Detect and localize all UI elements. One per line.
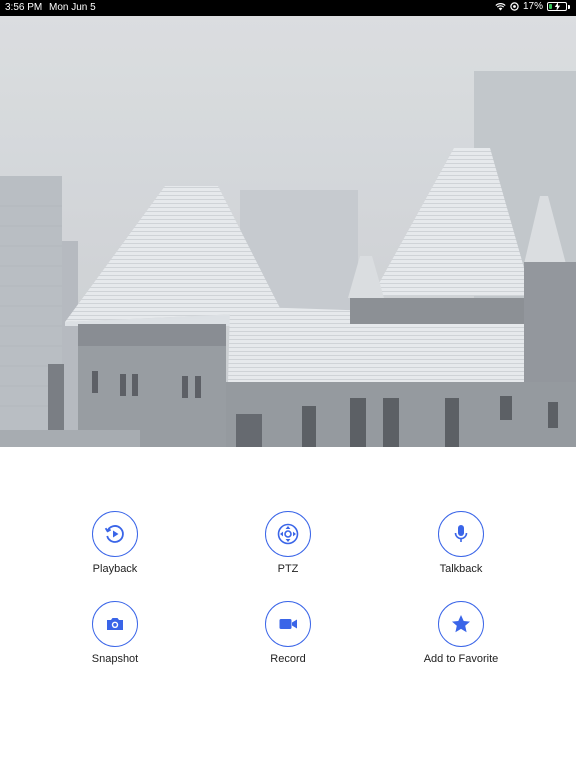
record-circle[interactable] bbox=[265, 601, 311, 647]
snapshot-label: Snapshot bbox=[91, 653, 139, 665]
ptz-label: PTZ bbox=[277, 563, 299, 575]
talkback-circle[interactable] bbox=[438, 511, 484, 557]
camera-actions-panel: Playback PTZ Talkback Snapshot Record Ad… bbox=[0, 447, 576, 768]
battery-charging-icon bbox=[547, 2, 567, 11]
ptz-circle[interactable] bbox=[265, 511, 311, 557]
snapshot-circle[interactable] bbox=[92, 601, 138, 647]
star-icon bbox=[452, 615, 470, 633]
live-video-view[interactable] bbox=[0, 16, 576, 447]
favorite-circle[interactable] bbox=[438, 601, 484, 647]
battery-fill bbox=[549, 4, 552, 9]
battery-tip bbox=[568, 4, 570, 9]
playback-circle[interactable] bbox=[92, 511, 138, 557]
record-label: Record bbox=[270, 653, 306, 665]
microphone-icon bbox=[454, 525, 468, 542]
camera-feed-image bbox=[0, 16, 576, 447]
add-to-favorite-button[interactable]: Add to Favorite bbox=[386, 601, 536, 665]
playback-label: Playback bbox=[92, 563, 138, 575]
video-camera-icon bbox=[279, 619, 297, 629]
talkback-label: Talkback bbox=[439, 563, 483, 575]
playback-icon bbox=[104, 525, 124, 543]
battery-percent: 17% bbox=[522, 1, 543, 12]
ptz-button[interactable]: PTZ bbox=[213, 511, 363, 575]
status-date: Mon Jun 5 bbox=[49, 2, 96, 13]
wifi-icon bbox=[495, 2, 506, 11]
add-to-favorite-label: Add to Favorite bbox=[423, 653, 499, 665]
snapshot-button[interactable]: Snapshot bbox=[40, 601, 190, 665]
record-button[interactable]: Record bbox=[213, 601, 363, 665]
talkback-button[interactable]: Talkback bbox=[386, 511, 536, 575]
status-bar: 3:56 PM Mon Jun 5 17% bbox=[0, 0, 576, 16]
location-lock-icon bbox=[510, 2, 519, 11]
status-time: 3:56 PM bbox=[5, 2, 43, 13]
bolt-icon bbox=[554, 2, 561, 11]
camera-icon bbox=[107, 618, 123, 630]
playback-button[interactable]: Playback bbox=[40, 511, 190, 575]
status-right-group: 17% bbox=[495, 1, 570, 12]
ptz-icon bbox=[277, 523, 299, 545]
